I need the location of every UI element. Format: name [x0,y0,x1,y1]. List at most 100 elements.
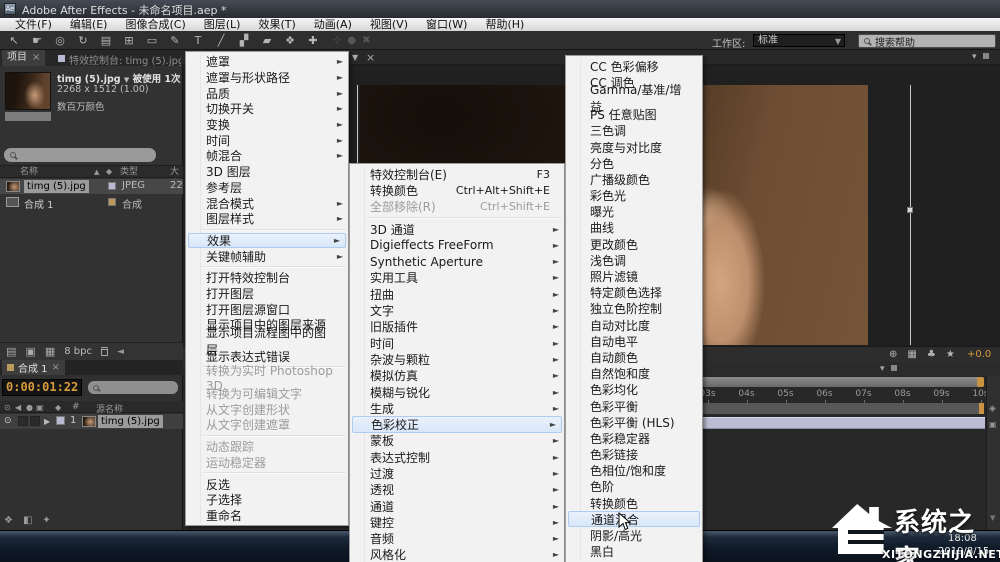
menu-item[interactable]: 曲线 [566,220,702,236]
menu-item[interactable]: 帧混合► [186,148,348,164]
menu-item[interactable]: 曝光 [566,204,702,220]
menu-item[interactable]: 模糊与锐化► [350,384,564,400]
column-type[interactable]: 类型 [120,166,138,178]
panel-menu-icon[interactable]: ▾ [880,364,885,374]
work-area-end-handle[interactable] [979,403,984,414]
close-icon[interactable]: × [52,362,60,373]
menu-item[interactable]: 自动电平 [566,333,702,349]
menu-item[interactable]: 转换为实时 Photoshop 3D [186,370,348,386]
bit-depth-button[interactable]: 8 bpc [64,346,92,357]
rotate-tool-icon[interactable]: ↻ [73,33,93,49]
timeline-toggle-icon[interactable]: ✦ [42,515,50,526]
region-of-interest-icon[interactable]: ⊕ [889,349,897,360]
menu-item[interactable]: 全部移除(R)Ctrl+Shift+E [350,199,564,215]
transparency-grid-icon[interactable]: ▦ [907,349,916,360]
new-folder-icon[interactable]: ▣ [25,345,35,358]
menu-item[interactable]: 从文字创建遮罩 [186,417,348,433]
tag-icon[interactable]: ◆ [106,166,112,178]
panel-menu-box[interactable] [891,365,897,371]
menu-item[interactable]: 自然饱和度 [566,366,702,382]
timecode-box[interactable]: 0:00:01:22 [2,379,82,396]
menu-item[interactable]: 遮罩与形状路径► [186,70,348,86]
panel-menu-icon[interactable]: ▾ [972,52,977,62]
eye-icon[interactable]: ⊙ [4,416,12,426]
panel-menu-box[interactable] [983,53,989,59]
chevron-down-icon[interactable]: ▼ [124,76,129,84]
menu-item[interactable]: 变换► [186,117,348,133]
timeline-toggle-icon[interactable]: ❖ [4,515,13,526]
project-search-input[interactable] [4,148,156,162]
menu-item[interactable]: 从文字创建形状 [186,401,348,417]
menu-item[interactable]: 色彩链接 [566,447,702,463]
menu-item[interactable]: Synthetic Aperture► [350,253,564,269]
menu-item[interactable]: 通道混合 [568,511,700,527]
tab-project[interactable]: 项目 × [2,50,45,66]
menu-item[interactable]: CC 色彩偏移 [566,58,702,74]
menu-item[interactable]: 特定颜色选择 [566,285,702,301]
audio-toggle[interactable] [18,416,28,426]
menu-item[interactable]: 模拟仿真► [350,368,564,384]
menu-item[interactable]: 扭曲► [350,286,564,302]
timeline-search-input[interactable] [88,381,178,394]
shield-icon[interactable]: ◈ [989,404,996,414]
time-ruler[interactable]: 03s04s05s06s07s08s09s10s [688,389,1000,399]
menu-item[interactable]: 动态跟踪 [186,439,348,455]
menu-item[interactable]: 旧版插件► [350,319,564,335]
tab-effect-controls[interactable]: 特效控制台: timg (5).jpg [69,52,181,67]
menu-item[interactable]: 色彩均化 [566,382,702,398]
menu-item[interactable]: 色相位/饱和度 [566,463,702,479]
close-icon[interactable]: × [366,51,375,64]
menubar-item[interactable]: 编辑(E) [61,18,117,31]
eraser-tool-icon[interactable]: ▰ [257,33,277,49]
exposure-value[interactable]: +0.0 [967,349,991,360]
menu-item[interactable]: PS 任意贴图 [566,107,702,123]
expand-arrow-icon[interactable]: ▶ [44,417,50,426]
guide-handle[interactable] [907,207,913,213]
menu-item[interactable]: 实用工具► [350,270,564,286]
menu-item[interactable]: 转换为可编辑文字 [186,386,348,402]
table-row-footage[interactable]: timg (5).jpg JPEG 226 [0,179,183,194]
menu-item[interactable]: 色彩校正► [352,416,562,432]
pan-behind-tool-icon[interactable]: ⊞ [119,33,139,49]
roto-brush-tool-icon[interactable]: ❖ [280,33,300,49]
workspace-select[interactable]: 标准 ▼ [753,34,845,47]
layer-row[interactable]: ⊙ ▶ 1 timg (5).jpg [0,414,183,429]
exposure-icon[interactable]: ★ [946,349,955,360]
camera-tool-icon[interactable]: ▤ [96,33,116,49]
menu-item[interactable]: 风格化► [350,547,564,562]
menu-item[interactable]: 混合模式► [186,195,348,211]
work-area-bar[interactable] [688,403,984,414]
interpret-footage-icon[interactable]: ▤ [6,345,16,358]
menu-item[interactable]: 文字► [350,302,564,318]
time-navigator-end-handle[interactable] [977,377,984,387]
menubar-item[interactable]: 效果(T) [249,18,304,31]
menubar-item[interactable]: 窗口(W) [417,18,476,31]
menubar-item[interactable]: 图像合成(C) [116,18,194,31]
brush-tool-icon[interactable]: ╱ [211,33,231,49]
menu-item[interactable]: 亮度与对比度 [566,139,702,155]
flowchart-icon[interactable]: ♣ [927,349,936,360]
current-timecode[interactable]: 0:00:01:22 [3,380,81,395]
menu-item[interactable]: 打开图层 [186,286,348,302]
menu-item[interactable]: 色彩平衡 [566,398,702,414]
shape-tool-icon[interactable]: ▭ [142,33,162,49]
menu-item[interactable]: 效果► [188,233,346,249]
menu-item[interactable]: 音频► [350,531,564,547]
column-name[interactable]: 名称 [20,166,38,178]
menubar-item[interactable]: 图层(L) [195,18,250,31]
menu-item[interactable]: 品质► [186,85,348,101]
menu-item[interactable]: 打开图层源窗口 [186,301,348,317]
menu-item[interactable]: 生成► [350,400,564,416]
menu-item[interactable]: 时间► [186,132,348,148]
label-color-chip[interactable] [108,182,116,190]
chevron-down-icon[interactable]: ▼ [352,53,358,62]
menu-item[interactable]: 阴影/高光 [566,527,702,543]
menu-item[interactable]: 独立色阶控制 [566,301,702,317]
menubar-item[interactable]: 文件(F) [6,18,61,31]
menu-item[interactable]: 色彩平衡 (HLS) [566,414,702,430]
trash-icon[interactable] [101,347,108,356]
close-icon[interactable]: × [32,50,40,66]
timeline-toggle-icon[interactable]: ◧ [23,515,32,526]
table-row-comp[interactable]: 合成 1 合成 [0,195,183,210]
text-tool-icon[interactable]: T [188,33,208,49]
